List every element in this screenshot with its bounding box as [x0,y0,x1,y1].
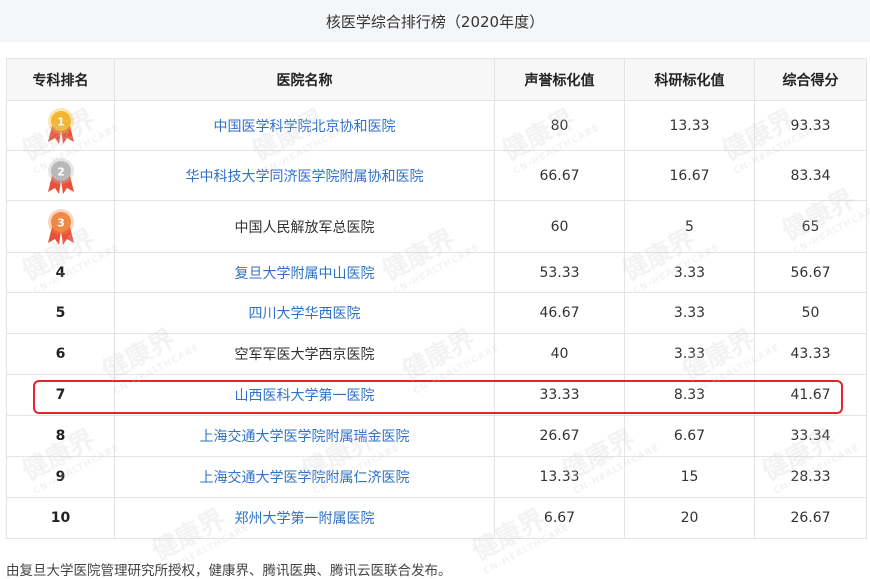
svg-text:3: 3 [57,216,65,229]
hospital-name: 中国人民解放军总医院 [234,219,375,236]
header-score: 综合得分 [754,58,867,101]
ranking-table: 专科排名 医院名称 声誉标化值 科研标化值 综合得分 1 中国医学科学院北京协和医… [6,58,867,539]
hospital-link[interactable]: 华中科技大学同济医学院附属协和医院 [186,169,424,185]
hospital-link[interactable]: 中国医学科学院北京协和医院 [214,119,396,135]
research-cell: 16.67 [624,150,755,201]
research-cell: 5 [624,200,755,253]
header-rank: 专科排名 [6,58,115,101]
table-row: 6 空军军医大学西京医院 40 3.33 43.33 [6,333,867,375]
hospital-cell[interactable]: 上海交通大学医学院附属瑞金医院 [114,415,495,457]
hospital-cell[interactable]: 复旦大学附属中山医院 [114,252,495,293]
hospital-link[interactable]: 上海交通大学医学院附属瑞金医院 [200,429,410,445]
page-title: 核医学综合排行榜（2020年度） [325,12,545,31]
table-row: 2 华中科技大学同济医学院附属协和医院 66.67 16.67 83.34 [6,150,867,201]
rank-cell: 4 [6,252,115,293]
svg-text:2: 2 [57,165,65,178]
hospital-name: 空军军医大学西京医院 [234,347,375,363]
score-cell: 83.34 [754,150,867,201]
score-cell: 33.34 [754,415,867,457]
hospital-link[interactable]: 上海交通大学医学院附属仁济医院 [200,470,410,486]
hospital-cell[interactable]: 华中科技大学同济医学院附属协和医院 [114,150,495,201]
hospital-cell: 中国人民解放军总医院 [114,200,495,253]
score-cell: 43.33 [754,333,867,375]
svg-text:1: 1 [57,115,65,128]
score-cell: 28.33 [754,456,867,498]
table-row: 10 郑州大学第一附属医院 6.67 20 26.67 [6,497,867,539]
hospital-cell[interactable]: 山西医科大学第一医院 [114,374,495,416]
table-row: 8 上海交通大学医学院附属瑞金医院 26.67 6.67 33.34 [6,415,867,457]
rank-cell: 8 [6,415,115,457]
reputation-cell: 46.67 [494,292,625,334]
hospital-link[interactable]: 四川大学华西医院 [249,306,361,322]
header-reputation: 声誉标化值 [494,58,625,101]
score-cell: 41.67 [754,374,867,416]
research-cell: 3.33 [624,333,755,375]
reputation-cell: 66.67 [494,150,625,201]
rank-cell: 2 [6,150,115,201]
hospital-cell[interactable]: 上海交通大学医学院附属仁济医院 [114,456,495,498]
reputation-cell: 6.67 [494,497,625,539]
hospital-link[interactable]: 复旦大学附属中山医院 [235,266,375,282]
table-row: 5 四川大学华西医院 46.67 3.33 50 [6,292,867,334]
gold-medal-icon: 1 [8,106,114,146]
score-cell: 50 [754,292,867,334]
score-cell: 26.67 [754,497,867,539]
footer-note: 由复旦大学医院管理研究所授权，健康界、腾讯医典、腾讯云医联合发布。 [6,563,452,579]
hospital-cell[interactable]: 四川大学华西医院 [114,292,495,334]
rank-cell: 9 [6,456,115,498]
research-cell: 3.33 [624,292,755,334]
rank-cell: 1 [6,100,115,151]
research-cell: 20 [624,497,755,539]
table-row: 9 上海交通大学医学院附属仁济医院 13.33 15 28.33 [6,456,867,498]
research-cell: 3.33 [624,252,755,293]
score-cell: 65 [754,200,867,253]
rank-cell: 3 [6,200,115,253]
hospital-cell[interactable]: 中国医学科学院北京协和医院 [114,100,495,151]
rank-cell: 5 [6,292,115,334]
header-hospital: 医院名称 [114,58,495,101]
research-cell: 15 [624,456,755,498]
reputation-cell: 26.67 [494,415,625,457]
table-row: 3 中国人民解放军总医院 60 5 65 [6,200,867,253]
table-header-row: 专科排名 医院名称 声誉标化值 科研标化值 综合得分 [6,58,867,101]
research-cell: 6.67 [624,415,755,457]
table-row: 1 中国医学科学院北京协和医院 80 13.33 93.33 [6,100,867,151]
rank-cell: 7 [6,374,115,416]
rank-cell: 6 [6,333,115,375]
silver-medal-icon: 2 [8,156,114,196]
research-cell: 13.33 [624,100,755,151]
rank-cell: 10 [6,497,115,539]
table-row: 7 山西医科大学第一医院 33.33 8.33 41.67 [6,374,867,416]
reputation-cell: 40 [494,333,625,375]
score-cell: 93.33 [754,100,867,151]
header-research: 科研标化值 [624,58,755,101]
bronze-medal-icon: 3 [8,207,114,247]
hospital-link[interactable]: 郑州大学第一附属医院 [235,511,375,527]
reputation-cell: 53.33 [494,252,625,293]
reputation-cell: 13.33 [494,456,625,498]
hospital-cell: 空军军医大学西京医院 [114,333,495,375]
reputation-cell: 60 [494,200,625,253]
reputation-cell: 33.33 [494,374,625,416]
score-cell: 56.67 [754,252,867,293]
hospital-cell[interactable]: 郑州大学第一附属医院 [114,497,495,539]
research-cell: 8.33 [624,374,755,416]
page-title-bar: 核医学综合排行榜（2020年度） [0,0,870,42]
reputation-cell: 80 [494,100,625,151]
table-row: 4 复旦大学附属中山医院 53.33 3.33 56.67 [6,252,867,293]
hospital-link[interactable]: 山西医科大学第一医院 [235,388,375,404]
